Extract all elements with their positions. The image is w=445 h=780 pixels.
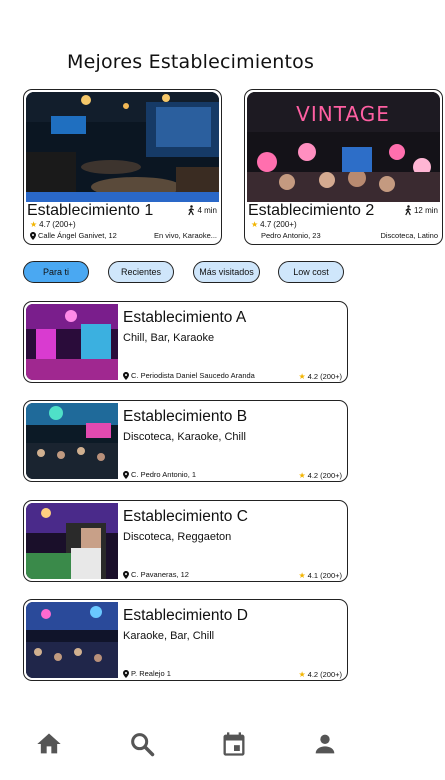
star-icon: ★ [298,372,306,381]
star-icon: ★ [251,220,259,229]
rating: ★ 4.7 (200+) [251,220,297,229]
list-item[interactable]: Establecimiento C Discoteca, Reggaeton C… [23,500,348,582]
star-icon: ★ [298,471,306,480]
item-categories: Discoteca, Reggaeton [123,531,232,543]
star-icon: ★ [30,220,38,229]
featured-image-2: VINTAGE [247,92,440,202]
item-address: P. Realejo 1 [123,669,171,678]
item-thumbnail [26,403,118,479]
nav-profile-button[interactable] [309,728,341,760]
item-title: Establecimiento D [123,607,248,624]
filter-para-ti[interactable]: Para ti [23,261,89,283]
address: Pedro Antonio, 23 [261,231,321,240]
featured-name: Establecimiento 2 [248,202,375,219]
tags: En vivo, Karaoke... [154,231,217,240]
calendar-icon [223,732,245,756]
search-icon [131,733,155,757]
filter-mas-visitados[interactable]: Más visitados [193,261,260,283]
item-categories: Discoteca, Karaoke, Chill [123,431,246,443]
nav-search-button[interactable] [126,728,158,760]
item-thumbnail [26,304,118,380]
home-icon [37,733,61,754]
item-categories: Karaoke, Bar, Chill [123,630,215,642]
address: Calle Ángel Ganivet, 12 [30,231,117,240]
location-pin-icon [123,371,129,380]
user-icon [315,734,335,754]
location-pin-icon [30,231,36,240]
walking-icon [188,205,195,216]
star-icon: ★ [298,571,306,580]
item-rating: ★ 4.2 (200+) [298,670,343,679]
tags: Discoteca, Latino [380,231,438,240]
location-pin-icon [123,669,129,678]
walk-time: 12 min [404,205,438,216]
item-rating: ★ 4.1 (200+) [298,571,343,580]
featured-name: Establecimiento 1 [27,202,154,219]
location-pin-icon [123,570,129,579]
list-item[interactable]: Establecimiento D Karaoke, Bar, Chill P.… [23,599,348,681]
walk-time: 4 min [187,205,217,216]
item-address: C. Pavaneras, 12 [123,570,189,579]
item-thumbnail [26,602,118,678]
location-pin-icon [123,470,129,479]
featured-image-1 [26,92,219,202]
list-item[interactable]: Establecimiento B Discoteca, Karaoke, Ch… [23,400,348,482]
item-rating: ★ 4.2 (200+) [298,471,343,480]
star-icon: ★ [298,670,306,679]
filter-recientes[interactable]: Recientes [108,261,174,283]
vintage-sign: VINTAGE [296,102,390,126]
item-title: Establecimiento C [123,508,248,525]
list-item[interactable]: Establecimiento A Chill, Bar, Karaoke C.… [23,301,348,383]
item-rating: ★ 4.2 (200+) [298,372,343,381]
filter-low-cost[interactable]: Low cost [278,261,344,283]
item-address: C. Periodista Daniel Saucedo Aranda [123,371,255,380]
nav-calendar-button[interactable] [218,728,250,760]
featured-card-2[interactable]: VINTAGE Establecimiento 2 12 min ★ 4.7 (… [244,89,443,245]
item-categories: Chill, Bar, Karaoke [123,332,215,344]
item-address: C. Pedro Antonio, 1 [123,470,196,479]
item-title: Establecimiento A [123,309,247,326]
item-title: Establecimiento B [123,408,248,425]
page-title: Mejores Establecimientos [67,51,315,73]
featured-card-1[interactable]: Establecimiento 1 4 min ★ 4.7 (200+) Cal… [23,89,222,245]
rating: ★ 4.7 (200+) [30,220,76,229]
nav-home-button[interactable] [33,728,65,760]
walking-icon [405,205,412,216]
item-thumbnail [26,503,118,579]
